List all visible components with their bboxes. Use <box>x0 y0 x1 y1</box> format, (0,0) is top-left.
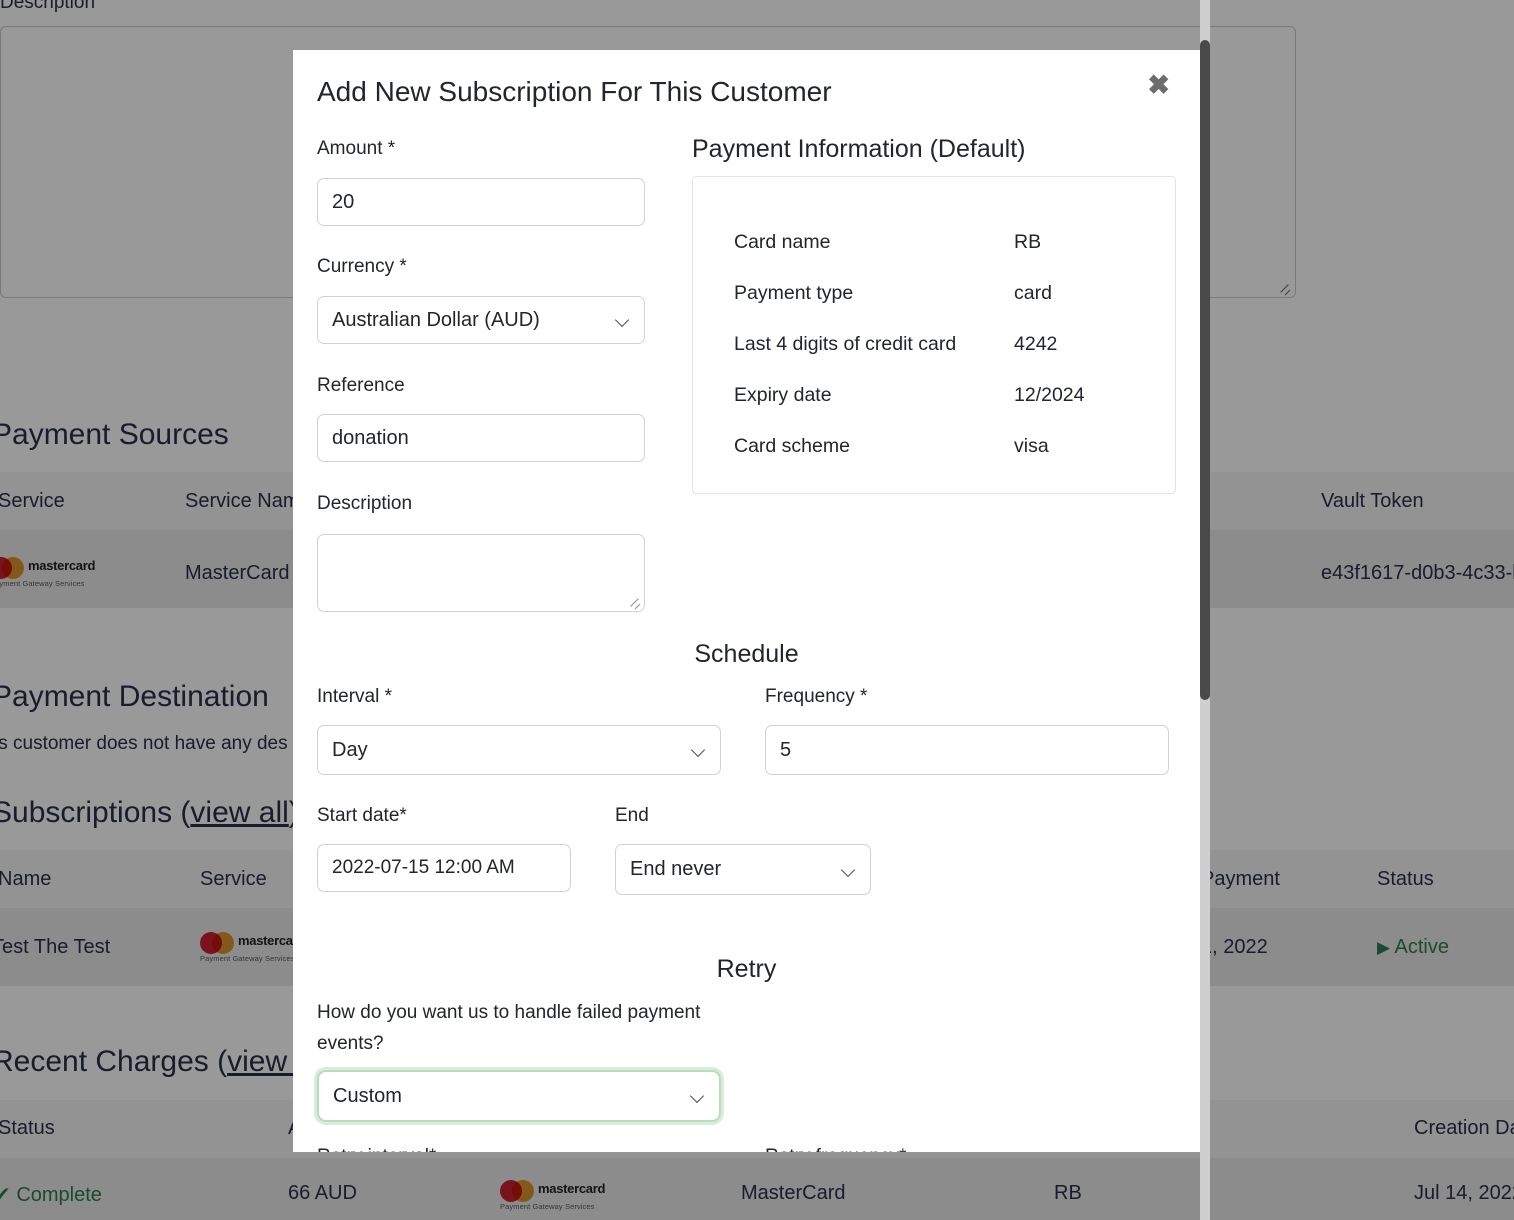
payment-information-title: Payment Information (Default) <box>692 135 1026 163</box>
payment-info-value: card <box>1014 282 1052 304</box>
amount-label: Amount * <box>317 138 396 159</box>
payment-info-value: visa <box>1014 435 1049 457</box>
payment-info-row: Card name RB <box>734 231 1154 255</box>
chevron-down-icon <box>691 1089 705 1103</box>
payment-info-key: Last 4 digits of credit card <box>734 333 957 355</box>
reference-input[interactable] <box>317 414 645 462</box>
retry-frequency-label: Retry frequency* <box>765 1146 907 1152</box>
modal-title: Add New Subscription For This Customer <box>317 76 832 107</box>
chevron-down-icon <box>692 743 706 757</box>
close-icon[interactable]: ✖ <box>1141 68 1176 103</box>
retry-interval-label: Retry interval* <box>317 1146 436 1152</box>
retry-handling-select[interactable]: Custom <box>317 1070 721 1122</box>
chevron-down-icon <box>616 313 630 327</box>
frequency-label: Frequency * <box>765 686 868 707</box>
retry-handling-select-value: Custom <box>333 1084 402 1107</box>
payment-info-key: Card scheme <box>734 435 850 457</box>
chevron-down-icon <box>842 863 856 877</box>
page-scrollbar-thumb[interactable] <box>1200 40 1210 700</box>
currency-select-value: Australian Dollar (AUD) <box>332 308 540 331</box>
payment-info-key: Payment type <box>734 282 854 304</box>
description-textarea[interactable] <box>317 534 645 612</box>
currency-label: Currency * <box>317 256 407 277</box>
retry-heading: Retry <box>716 955 777 983</box>
interval-select[interactable]: Day <box>317 725 721 775</box>
amount-input[interactable] <box>317 178 645 226</box>
payment-info-row: Payment type card <box>734 282 1154 306</box>
currency-select[interactable]: Australian Dollar (AUD) <box>317 296 645 344</box>
start-date-label: Start date* <box>317 805 407 826</box>
payment-info-key: Expiry date <box>734 384 832 406</box>
start-date-input[interactable] <box>317 844 571 892</box>
schedule-heading: Schedule <box>694 640 799 668</box>
payment-info-value: RB <box>1014 231 1042 253</box>
description-label: Description <box>317 493 413 514</box>
resize-handle-icon[interactable] <box>629 596 641 608</box>
payment-info-row: Card scheme visa <box>734 435 1154 459</box>
end-select[interactable]: End never <box>615 844 871 895</box>
payment-info-key: Card name <box>734 231 831 253</box>
payment-info-value: 4242 <box>1014 333 1058 355</box>
reference-label: Reference <box>317 375 405 396</box>
retry-question: How do you want us to handle failed paym… <box>317 1002 701 1054</box>
payment-info-row: Expiry date 12/2024 <box>734 384 1154 408</box>
frequency-input[interactable] <box>765 725 1169 775</box>
page-scrollbar[interactable] <box>1200 0 1210 1220</box>
end-select-value: End never <box>630 858 722 880</box>
add-subscription-modal: ✖ Add New Subscription For This Customer… <box>293 50 1200 1152</box>
interval-label: Interval * <box>317 686 392 707</box>
payment-info-value: 12/2024 <box>1014 384 1085 406</box>
payment-information-panel: Card name RB Payment type card Last 4 di… <box>692 176 1176 494</box>
payment-info-row: Last 4 digits of credit card 4242 <box>734 333 1154 357</box>
end-label: End <box>615 805 649 826</box>
interval-select-value: Day <box>332 738 368 761</box>
